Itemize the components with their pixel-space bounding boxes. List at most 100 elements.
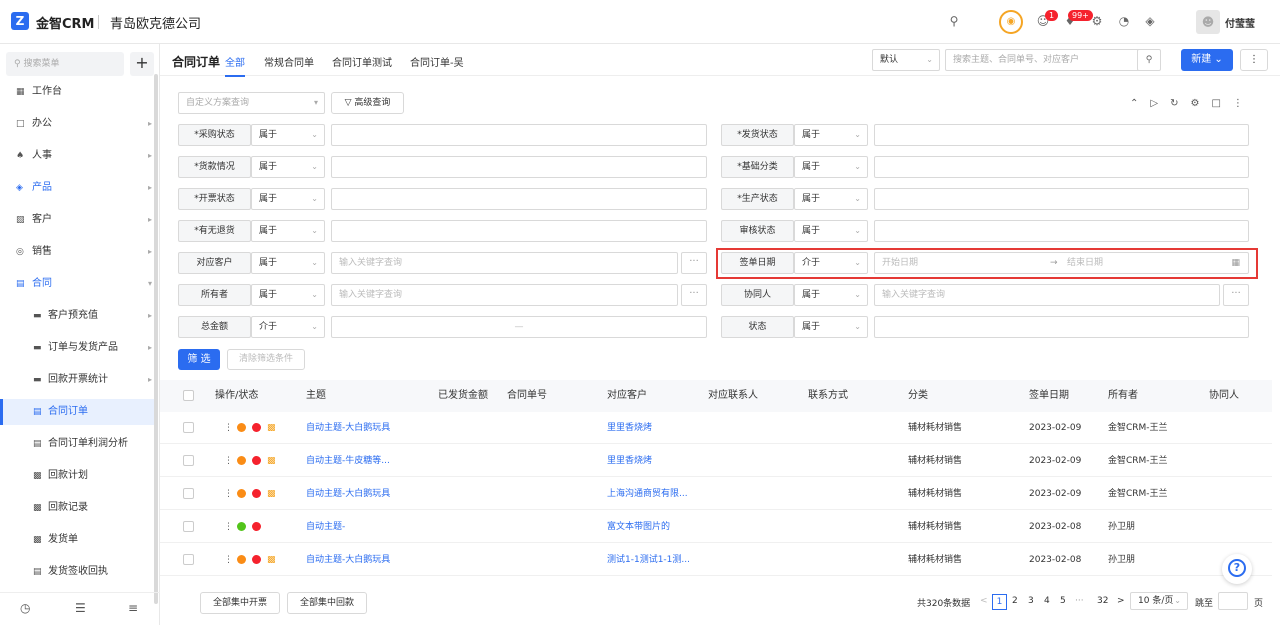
- sidebar-scrollbar[interactable]: [154, 74, 158, 604]
- row-subject-link[interactable]: 自动主题-大白鹅玩具: [306, 544, 390, 576]
- filter-value-input[interactable]: [331, 188, 707, 210]
- tab-regular[interactable]: 常规合同单: [264, 54, 314, 69]
- page-4[interactable]: 4: [1044, 596, 1050, 606]
- collapse-menu-icon[interactable]: ≡: [128, 601, 138, 615]
- history-icon[interactable]: ◷: [20, 601, 30, 615]
- filter-operator-select[interactable]: 属于 ⌄: [251, 124, 325, 146]
- row-checkbox[interactable]: [183, 521, 194, 532]
- tune-icon[interactable]: ☰: [75, 601, 86, 615]
- header-contact[interactable]: 对应联系人: [708, 380, 758, 412]
- row-menu-icon[interactable]: ⋮: [224, 445, 233, 477]
- sidebar-subitem[interactable]: ▩ 回款计划: [0, 463, 154, 489]
- sidebar-subitem[interactable]: ▤ 合同订单利润分析: [0, 431, 154, 457]
- lookup-button[interactable]: ···: [681, 284, 707, 306]
- shield-icon[interactable]: ◈: [1143, 14, 1157, 28]
- header-category[interactable]: 分类: [908, 380, 928, 412]
- goto-input[interactable]: [1218, 592, 1248, 610]
- next-page[interactable]: >: [1117, 596, 1125, 606]
- add-button[interactable]: +: [130, 52, 154, 76]
- filter-value-input[interactable]: [874, 188, 1249, 210]
- tab-all[interactable]: 全部: [225, 54, 245, 77]
- filter-operator-select[interactable]: 介于 ⌄: [251, 316, 325, 338]
- sidebar-item-customer[interactable]: ▧ 客户 ▸: [0, 207, 154, 233]
- filter-value-input[interactable]: [874, 156, 1249, 178]
- header-owner[interactable]: 所有者: [1108, 380, 1138, 412]
- sidebar-item-product[interactable]: ◈ 产品 ▸: [0, 175, 154, 201]
- tab-wu[interactable]: 合同订单-吴: [410, 54, 464, 69]
- filter-operator-select[interactable]: 属于 ⌄: [251, 252, 325, 274]
- row-customer-link[interactable]: 测试1-1测试1-1测...: [607, 544, 690, 576]
- page-5[interactable]: 5: [1060, 596, 1066, 606]
- sidebar-subitem[interactable]: ▬ 订单与发货产品 ▸: [0, 335, 154, 361]
- panel-tools[interactable]: ⌃▷↻⚙□⋮: [1130, 98, 1255, 109]
- row-checkbox[interactable]: [183, 422, 194, 433]
- user-name[interactable]: 付莹莹: [1225, 15, 1255, 30]
- filter-operator-select[interactable]: 属于 ⌄: [794, 316, 868, 338]
- lookup-button[interactable]: ···: [681, 252, 707, 274]
- row-customer-link[interactable]: 富文本带图片的: [607, 511, 670, 543]
- announcement-icon[interactable]: ◉: [999, 10, 1023, 34]
- bulk-payment-button[interactable]: 全部集中回款: [287, 592, 367, 614]
- row-checkbox[interactable]: [183, 488, 194, 499]
- filter-value-input[interactable]: [331, 156, 707, 178]
- row-menu-icon[interactable]: ⋮: [224, 544, 233, 576]
- amount-range-input[interactable]: —: [331, 316, 707, 338]
- sidebar-subitem[interactable]: ▩ 发货单: [0, 527, 154, 553]
- table-row[interactable]: ⋮ ▩ 自动主题-大白鹅玩具 上海沟通商贸有限... 辅材耗材销售 2023-02-09 金…: [160, 478, 1272, 510]
- sidebar-subitem[interactable]: ▩ 回款记录: [0, 495, 154, 521]
- page-2[interactable]: 2: [1012, 596, 1018, 606]
- filter-operator-select[interactable]: 属于 ⌄: [794, 188, 868, 210]
- sidebar-item-sales[interactable]: ◎ 销售 ▸: [0, 239, 154, 265]
- sidebar-subitem[interactable]: ▬ 回款开票统计 ▸: [0, 367, 154, 393]
- chart-icon[interactable]: ◔: [1117, 14, 1131, 28]
- filter-operator-select[interactable]: 属于 ⌄: [251, 284, 325, 306]
- filter-value-input[interactable]: 输入关键字查询: [331, 284, 678, 306]
- table-row[interactable]: ⋮ ▩ 自动主题-大白鹅玩具 测试1-1测试1-1测... 辅材耗材销售 2023-02-…: [160, 544, 1272, 576]
- more-menu-button[interactable]: ⋮: [1240, 49, 1268, 71]
- row-customer-link[interactable]: 里里香烧烤: [607, 412, 652, 444]
- scheme-select[interactable]: 自定义方案查询 ▾: [178, 92, 325, 114]
- row-subject-link[interactable]: 自动主题-: [306, 511, 345, 543]
- sidebar-item-contract[interactable]: ▤ 合同 ▾: [0, 271, 154, 297]
- table-row[interactable]: ⋮ ▩ 自动主题-大白鹅玩具 里里香烧烤 辅材耗材销售 2023-02-09 金智CRM-王…: [160, 412, 1272, 444]
- filter-value-input[interactable]: 输入关键字查询: [331, 252, 678, 274]
- row-subject-link[interactable]: 自动主题-牛皮糖等...: [306, 445, 390, 477]
- filter-value-input[interactable]: 输入关键字查询: [874, 284, 1220, 306]
- header-subject[interactable]: 主题: [306, 380, 326, 412]
- filter-value-input[interactable]: [331, 220, 707, 242]
- header-contract-no[interactable]: 合同单号: [507, 380, 547, 412]
- tab-test[interactable]: 合同订单测试: [332, 54, 392, 69]
- help-button[interactable]: ?: [1222, 554, 1252, 584]
- row-menu-icon[interactable]: ⋮: [224, 478, 233, 510]
- filter-value-input[interactable]: [874, 316, 1249, 338]
- header-shipped-amount[interactable]: 已发货金额: [438, 380, 488, 412]
- bulk-invoice-button[interactable]: 全部集中开票: [200, 592, 280, 614]
- sidebar-subitem-contract-order[interactable]: ▤ 合同订单: [0, 399, 154, 425]
- sidebar-subitem[interactable]: ▬ 客户预充值 ▸: [0, 303, 154, 329]
- page-1[interactable]: 1: [992, 594, 1007, 610]
- header-collaborator[interactable]: 协同人: [1209, 380, 1239, 412]
- settings-icon[interactable]: ⚙: [1090, 14, 1104, 28]
- new-button[interactable]: 新建 ⌄: [1181, 49, 1233, 71]
- ellipsis[interactable]: ···: [1075, 596, 1084, 606]
- avatar[interactable]: ☻: [1196, 10, 1220, 34]
- filter-operator-select[interactable]: 属于 ⌄: [251, 188, 325, 210]
- filter-value-input[interactable]: [874, 220, 1249, 242]
- table-row[interactable]: ⋮ 自动主题- 富文本带图片的 辅材耗材销售 2023-02-08 孙卫朋: [160, 511, 1272, 543]
- row-menu-icon[interactable]: ⋮: [224, 511, 233, 543]
- page-size-select[interactable]: 10 条/页 ⌄: [1130, 592, 1188, 610]
- header-phone[interactable]: 联系方式: [808, 380, 848, 412]
- filter-operator-select[interactable]: 属于 ⌄: [794, 284, 868, 306]
- filter-value-input[interactable]: [331, 124, 707, 146]
- page-last[interactable]: 32: [1097, 596, 1108, 606]
- filter-value-input[interactable]: [874, 124, 1249, 146]
- sidebar-item-workbench[interactable]: ▦ 工作台: [0, 79, 154, 105]
- row-customer-link[interactable]: 上海沟通商贸有限...: [607, 478, 688, 510]
- filter-operator-select[interactable]: 属于 ⌄: [251, 156, 325, 178]
- row-customer-link[interactable]: 里里香烧烤: [607, 445, 652, 477]
- row-checkbox[interactable]: [183, 455, 194, 466]
- filter-button[interactable]: 筛 选: [178, 349, 220, 370]
- row-subject-link[interactable]: 自动主题-大白鹅玩具: [306, 478, 390, 510]
- page-3[interactable]: 3: [1028, 596, 1034, 606]
- menu-search-input[interactable]: ⚲ 搜索菜单: [6, 52, 124, 76]
